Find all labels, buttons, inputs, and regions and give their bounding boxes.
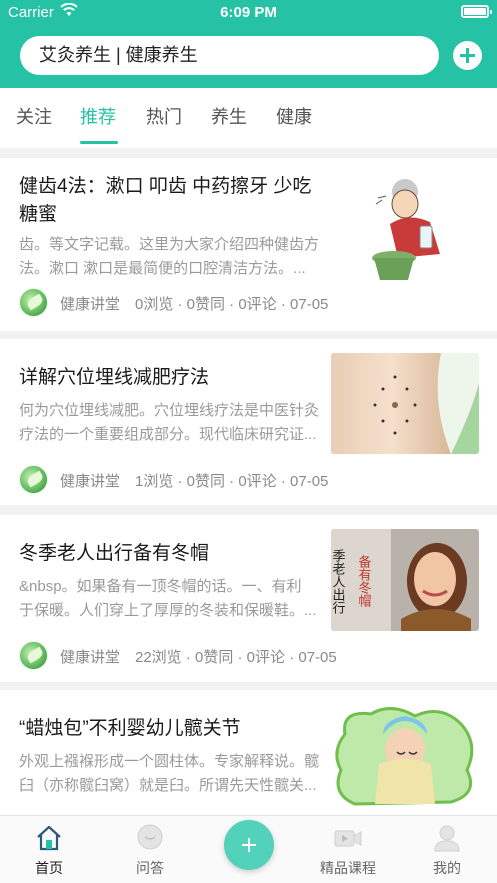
article-title: “蜡烛包”不利婴幼儿髋关节 — [19, 718, 241, 739]
tabbar-profile[interactable]: 我的 — [407, 816, 487, 883]
thumb-caption-b: 备有冬帽 — [356, 554, 372, 608]
tabbar-home-label: 首页 — [35, 860, 63, 876]
author-name[interactable]: 健康讲堂 — [60, 470, 120, 491]
article-card[interactable]: 详解穴位埋线减肥疗法 何为穴位埋线减肥。穴位埋线疗法是中医针灸 疗法的一个重要组… — [0, 339, 497, 505]
profile-icon — [434, 825, 460, 852]
tab-hot[interactable]: 热门 — [146, 103, 182, 129]
tabbar-qa[interactable]: 问答 — [110, 816, 190, 883]
article-card[interactable]: 健齿4法：漱口 叩齿 中药擦牙 少吃 糖蜜 齿。等文字记载。这里为大家介绍四种健… — [0, 158, 497, 331]
tab-wellness[interactable]: 养生 — [211, 103, 247, 129]
author-name[interactable]: 健康讲堂 — [60, 293, 120, 314]
tabbar-profile-label: 我的 — [433, 860, 461, 876]
abdomen-acupoints-photo[interactable] — [331, 353, 479, 454]
add-button[interactable] — [453, 41, 482, 70]
tab-recommend[interactable]: 推荐 — [80, 103, 116, 129]
winter-woman-photo[interactable]: 季老人出行 备有冬帽 — [331, 529, 479, 631]
tabbar-qa-label: 问答 — [136, 860, 164, 876]
article-summary: 何为穴位埋线减肥。穴位埋线疗法是中医针灸 疗法的一个重要组成部分。现代临床研究证… — [19, 402, 320, 443]
battery-icon — [461, 5, 492, 18]
article-summary: 齿。等文字记载。这里为大家介绍四种健齿方 法。漱口 漱口是最简便的口腔清洁方法。… — [19, 236, 320, 277]
author-name[interactable]: 健康讲堂 — [60, 646, 120, 667]
article-stats: 0浏览 · 0赞同 · 0评论 · 07-05 — [135, 296, 329, 313]
elderly-woman-gargling-illustration[interactable] — [368, 174, 456, 284]
article-summary: &nbsp。如果备有一顶冬帽的话。一、有利 于保暖。人们穿上了厚厚的冬装和保暖鞋… — [19, 578, 317, 619]
search-text: 艾灸养生 | 健康养生 — [39, 45, 198, 65]
category-tabs: 关注 推荐 热门 养生 健康 — [0, 88, 497, 148]
tab-health[interactable]: 健康 — [276, 103, 312, 129]
status-bar: Carrier 6:09 PM — [0, 0, 497, 26]
article-stats: 1浏览 · 0赞同 · 0评论 · 07-05 — [135, 473, 329, 490]
home-icon — [37, 825, 61, 851]
article-card[interactable]: “蜡烛包”不利婴幼儿髋关节 外观上襁褓形成一个圆柱体。专家解释说。髋 臼（亦称髋… — [0, 690, 497, 815]
author-avatar[interactable] — [19, 465, 48, 494]
search-bar[interactable]: 艾灸养生 | 健康养生 — [20, 36, 439, 75]
tabbar-home[interactable]: 首页 — [9, 816, 89, 883]
center-add-button[interactable] — [224, 820, 274, 870]
author-avatar[interactable] — [19, 288, 48, 317]
chat-bubble-icon — [137, 824, 163, 850]
tabbar-courses[interactable]: 精品课程 — [308, 816, 388, 883]
thumb-caption-a: 季老人出行 — [331, 549, 345, 615]
article-title: 健齿4法：漱口 叩齿 中药擦牙 少吃 糖蜜 — [19, 176, 312, 225]
article-summary: 外观上襁褓形成一个圆柱体。专家解释说。髋 臼（亦称髋臼窝）就是臼。所谓先天性髋关… — [19, 753, 320, 794]
article-title: 冬季老人出行备有冬帽 — [19, 543, 210, 564]
tabbar-courses-label: 精品课程 — [320, 860, 376, 876]
active-tab-indicator — [80, 141, 118, 144]
article-stats: 22浏览 · 0赞同 · 0评论 · 07-05 — [135, 649, 337, 666]
app-header: Carrier 6:09 PM 艾灸养生 | 健康养生 — [0, 0, 497, 88]
article-title: 详解穴位埋线减肥疗法 — [19, 367, 210, 388]
article-card[interactable]: 冬季老人出行备有冬帽 &nbsp。如果备有一顶冬帽的话。一、有利 于保暖。人们穿… — [0, 515, 497, 682]
swaddled-baby-illustration[interactable] — [331, 704, 479, 806]
tab-follow[interactable]: 关注 — [16, 103, 52, 129]
status-time: 6:09 PM — [220, 4, 277, 21]
author-avatar[interactable] — [19, 641, 48, 670]
video-camera-icon — [334, 830, 362, 847]
